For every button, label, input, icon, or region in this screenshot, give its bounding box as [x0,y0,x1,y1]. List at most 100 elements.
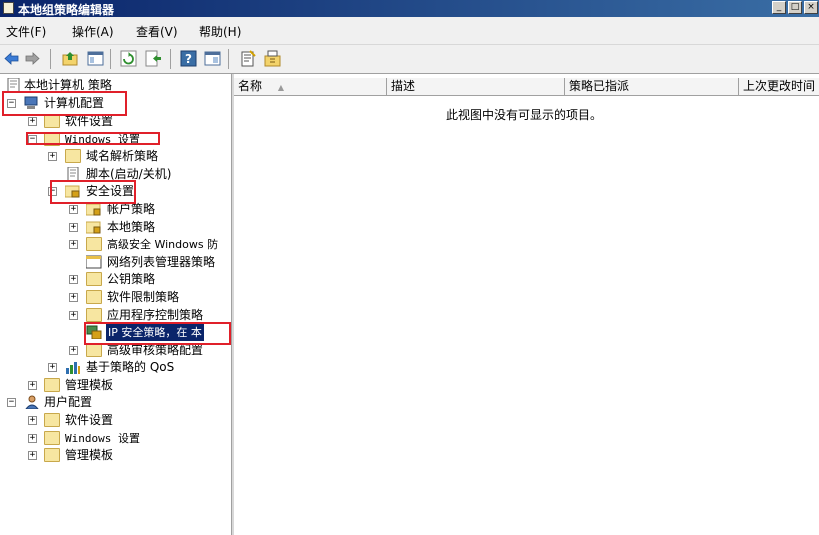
close-button[interactable]: × [804,1,818,14]
column-header-policy-assigned[interactable]: 策略已指派 [565,78,739,96]
tree-item-software-settings[interactable]: + 软件设置 [0,113,231,130]
title-bar: 本地组策略编辑器 _ □ × [0,0,819,17]
tree-item-admin-templates[interactable]: + 管理模板 [0,377,231,394]
tree-label: 高级审核策略配置 [107,343,204,357]
folder-icon [86,308,102,322]
expand-toggle[interactable]: + [48,363,57,372]
expand-toggle[interactable]: + [69,240,78,249]
properties-icon[interactable] [204,50,221,67]
tree-label: 高级安全 Windows 防 [107,238,219,251]
lock-folder-icon [86,203,101,216]
column-header-last-modified[interactable]: 上次更改时间 [739,78,819,96]
tree-label: 基于策略的 QoS [86,360,175,374]
app-icon [3,2,14,14]
network-list-icon [86,255,102,269]
tree-item-user-config[interactable]: − 用户配置 [0,394,231,411]
menu-bar: 文件(F) 操作(A) 查看(V) 帮助(H) [0,17,819,45]
folder-icon [65,149,81,163]
minimize-button[interactable]: _ [772,1,786,14]
tree-label: 应用程序控制策略 [107,308,204,322]
collapse-toggle[interactable]: − [48,187,57,196]
tree-item-user-admin-templates[interactable]: + 管理模板 [0,447,231,464]
export-list-icon[interactable] [145,50,162,67]
tree-item-local-policy[interactable]: + 本地策略 [0,219,231,236]
tree-item-dns-policy[interactable]: + 域名解析策略 [0,148,231,165]
tree-item-network-list[interactable]: 网络列表管理器策略 [0,254,231,271]
tree-item-account-policy[interactable]: + 帐户策略 [0,201,231,218]
tree-label: 计算机配置 [44,96,105,110]
tree-pane[interactable]: 本地计算机 策略 − 计算机配置 + 软件设置 − Windows 设置 + 域… [0,74,231,535]
collapse-toggle[interactable]: − [7,99,16,108]
menu-action[interactable]: 操作(A) [72,23,114,40]
expand-toggle[interactable]: + [69,223,78,232]
tree-label: 帐户策略 [107,202,156,216]
tree-item-security-settings[interactable]: − 安全设置 [0,183,231,200]
menu-help[interactable]: 帮助(H) [199,23,241,40]
collapse-toggle[interactable]: − [7,398,16,407]
security-folder-icon [65,185,80,198]
back-arrow-icon[interactable] [3,50,20,67]
folder-icon [44,378,60,392]
tree-item-advanced-firewall[interactable]: + 高级安全 Windows 防 [0,236,231,253]
tree-root[interactable]: 本地计算机 策略 [0,77,231,94]
folder-icon [86,343,102,357]
tree-label: 网络列表管理器策略 [107,255,216,269]
tree-label: 管理模板 [65,378,114,392]
expand-toggle[interactable]: + [69,311,78,320]
tree-item-public-key[interactable]: + 公钥策略 [0,271,231,288]
tree-item-user-software[interactable]: + 软件设置 [0,412,231,429]
expand-toggle[interactable]: + [28,451,37,460]
toolbar-separator [228,49,229,69]
tree-item-computer-config[interactable]: − 计算机配置 [0,95,231,112]
expand-toggle[interactable]: + [28,434,37,443]
expand-toggle[interactable]: + [69,293,78,302]
tree-item-advanced-audit[interactable]: + 高级审核策略配置 [0,342,231,359]
expand-toggle[interactable]: + [28,117,37,126]
expand-toggle[interactable]: + [69,346,78,355]
policy-icon[interactable] [264,50,281,67]
folder-icon [44,114,60,128]
expand-toggle[interactable]: + [28,416,37,425]
column-header-name[interactable]: 名称 ▲ [234,78,387,96]
window-title: 本地组策略编辑器 [18,3,115,17]
column-header-description[interactable]: 描述 [387,78,565,96]
tree-label: Windows 设置 [65,432,140,445]
up-folder-icon[interactable] [62,50,79,67]
tree-item-user-windows[interactable]: + Windows 设置 [0,430,231,447]
expand-toggle[interactable]: + [69,205,78,214]
tree-item-windows-settings[interactable]: − Windows 设置 [0,131,231,148]
folder-icon [44,448,60,462]
folder-icon [44,431,60,445]
forward-arrow-icon[interactable] [24,50,41,67]
expand-toggle[interactable]: + [48,152,57,161]
tree-label: 管理模板 [65,448,114,462]
empty-list-message: 此视图中没有可显示的项目。 [446,108,603,122]
folder-icon [44,132,60,146]
tree-label: Windows 设置 [65,133,140,146]
maximize-button[interactable]: □ [788,1,802,14]
refresh-icon[interactable] [120,50,137,67]
filter-icon[interactable] [240,50,257,67]
tree-label: 域名解析策略 [86,149,159,163]
tree-item-qos[interactable]: + 基于策略的 QoS [0,359,231,376]
tree-item-scripts[interactable]: 脚本(启动/关机) [0,166,231,183]
tree-label: 软件限制策略 [107,290,180,304]
expand-toggle[interactable]: + [69,275,78,284]
tree-label: 用户配置 [44,395,93,409]
help-icon[interactable]: ? [180,50,197,67]
user-icon [25,395,39,409]
menu-file[interactable]: 文件(F) [6,23,46,40]
policy-document-icon [7,78,20,92]
folder-icon [86,290,102,304]
tree-item-app-control[interactable]: + 应用程序控制策略 [0,307,231,324]
collapse-toggle[interactable]: − [28,135,37,144]
list-pane[interactable]: 名称 ▲ 描述 策略已指派 上次更改时间 此视图中没有可显示的项目。 [234,74,819,535]
qos-chart-icon [66,362,80,374]
tree-item-software-restriction[interactable]: + 软件限制策略 [0,289,231,306]
menu-view[interactable]: 查看(V) [136,23,178,40]
tree-label: 软件设置 [65,114,114,128]
expand-toggle[interactable]: + [28,381,37,390]
tree-item-ip-security[interactable]: IP 安全策略，在 本 [0,324,231,341]
show-hide-tree-icon[interactable] [87,50,104,67]
tree-label: 软件设置 [65,413,114,427]
